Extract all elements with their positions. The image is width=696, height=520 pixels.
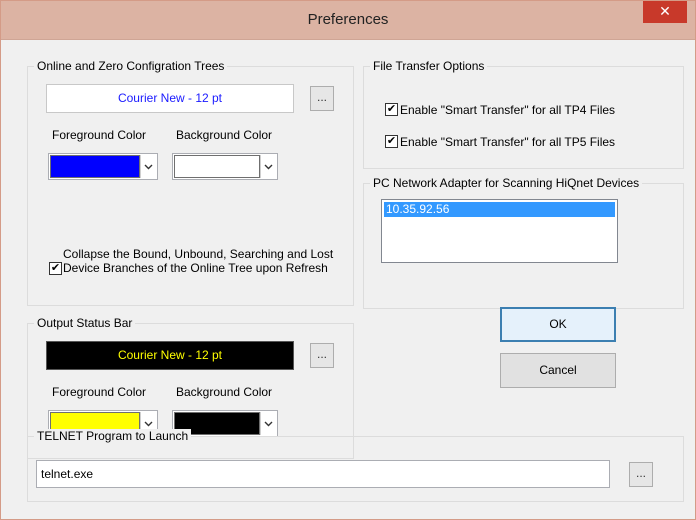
- online-trees-font-display: Courier New - 12 pt: [46, 84, 294, 113]
- tp4-smart-transfer-checkbox[interactable]: ✔: [385, 103, 398, 116]
- title-bar: Preferences ✕: [1, 1, 695, 40]
- check-icon: ✔: [386, 103, 397, 115]
- tp5-smart-transfer-checkbox[interactable]: ✔: [385, 135, 398, 148]
- network-adapter-item[interactable]: 10.35.92.56: [384, 202, 615, 217]
- telnet-group: TELNET Program to Launch telnet.exe ...: [27, 429, 684, 502]
- online-trees-fg-color-combo[interactable]: [48, 153, 158, 180]
- ok-button[interactable]: OK: [500, 307, 616, 342]
- dialog-client-area: Online and Zero Configration Trees Couri…: [9, 40, 689, 513]
- network-adapter-group: PC Network Adapter for Scanning HiQnet D…: [363, 176, 684, 309]
- online-trees-fg-swatch: [50, 155, 140, 178]
- output-status-fg-label: Foreground Color: [52, 385, 147, 399]
- cancel-button[interactable]: Cancel: [500, 353, 616, 388]
- tp4-smart-transfer-label: Enable "Smart Transfer" for all TP4 File…: [400, 103, 616, 117]
- online-trees-bg-label: Background Color: [176, 128, 273, 142]
- collapse-branches-checkbox[interactable]: ✔: [49, 262, 62, 275]
- online-trees-fg-label: Foreground Color: [52, 128, 147, 142]
- chevron-down-icon[interactable]: [260, 155, 276, 178]
- online-trees-group-title: Online and Zero Configration Trees: [34, 59, 228, 73]
- online-trees-group: Online and Zero Configration Trees Couri…: [27, 59, 354, 306]
- online-trees-bg-color-combo[interactable]: [172, 153, 278, 180]
- file-transfer-group: File Transfer Options ✔ Enable "Smart Tr…: [363, 59, 684, 169]
- collapse-branches-label: Collapse the Bound, Unbound, Searching a…: [63, 247, 334, 275]
- close-button[interactable]: ✕: [643, 1, 687, 23]
- window-title: Preferences: [307, 11, 389, 28]
- preferences-dialog: Preferences ✕ Online and Zero Configrati…: [0, 0, 696, 520]
- online-trees-bg-swatch: [174, 155, 260, 178]
- network-adapter-listbox[interactable]: 10.35.92.56: [381, 199, 618, 263]
- tp5-smart-transfer-label: Enable "Smart Transfer" for all TP5 File…: [400, 135, 616, 149]
- output-status-font-button[interactable]: ...: [310, 343, 334, 368]
- output-status-group-title: Output Status Bar: [34, 316, 136, 330]
- online-trees-font-button[interactable]: ...: [310, 86, 334, 111]
- chevron-down-icon[interactable]: [140, 155, 156, 178]
- close-icon: ✕: [659, 3, 671, 19]
- chevron-down-icon[interactable]: [260, 412, 276, 435]
- check-icon: ✔: [386, 135, 397, 147]
- telnet-browse-button[interactable]: ...: [629, 462, 653, 487]
- network-adapter-group-title: PC Network Adapter for Scanning HiQnet D…: [370, 176, 643, 190]
- telnet-group-title: TELNET Program to Launch: [34, 429, 192, 443]
- file-transfer-group-title: File Transfer Options: [370, 59, 488, 73]
- output-status-font-display: Courier New - 12 pt: [46, 341, 294, 370]
- check-icon: ✔: [50, 262, 61, 274]
- output-status-bg-label: Background Color: [176, 385, 273, 399]
- telnet-program-input[interactable]: telnet.exe: [36, 460, 610, 488]
